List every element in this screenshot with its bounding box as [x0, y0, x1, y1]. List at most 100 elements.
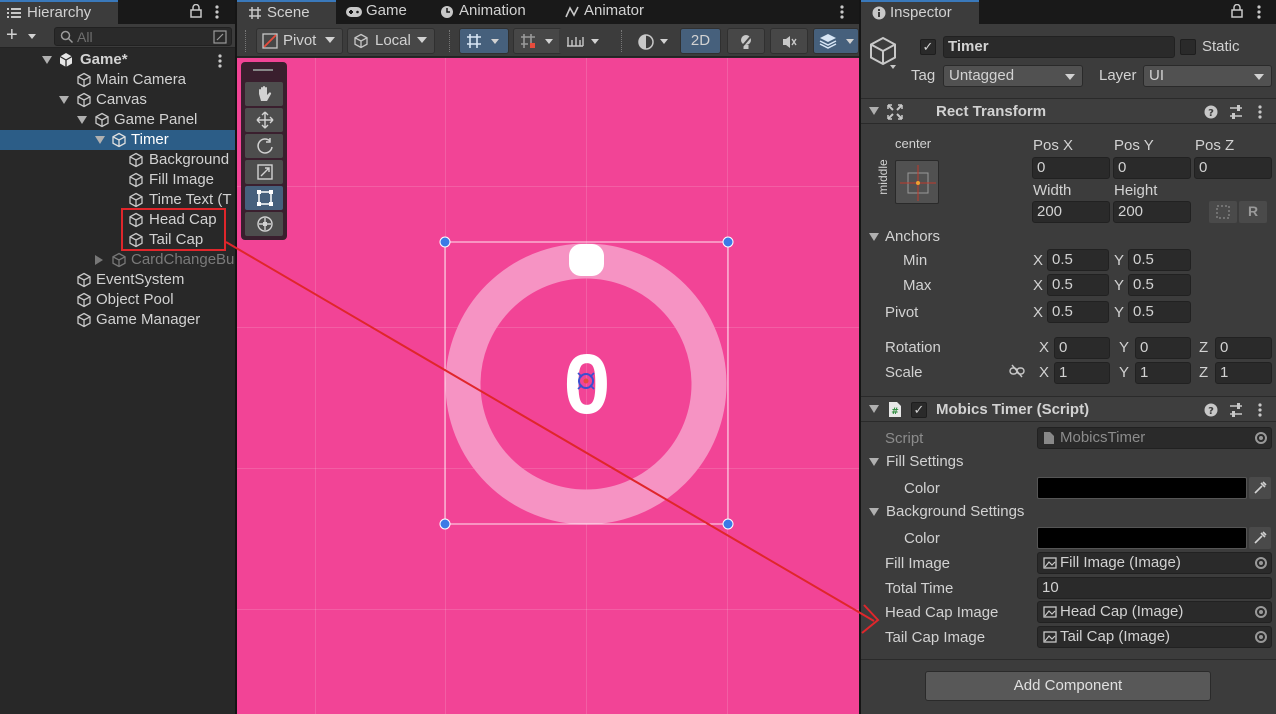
transform-tool-button[interactable]	[245, 212, 283, 236]
expand-arrow-icon[interactable]	[42, 56, 52, 64]
foldout-arrow-icon[interactable]	[869, 107, 879, 115]
add-button[interactable]: +	[6, 24, 18, 47]
chevron-down-icon[interactable]	[846, 39, 854, 44]
rect-handle[interactable]	[722, 518, 734, 530]
anchor-max-x-field[interactable]: 0.5	[1047, 274, 1109, 296]
eyedropper-button[interactable]	[1249, 477, 1271, 499]
tree-row-main-camera[interactable]: Main Camera	[0, 70, 235, 90]
rect-handle[interactable]	[439, 236, 451, 248]
tree-row-object-pool[interactable]: Object Pool	[0, 290, 235, 310]
anchor-presets-button[interactable]	[895, 160, 939, 204]
help-icon[interactable]: ?	[1204, 403, 1218, 417]
object-picker-icon[interactable]	[1255, 631, 1267, 643]
rotation-x-field[interactable]: 0	[1054, 337, 1110, 359]
tail-cap-image-field[interactable]: Tail Cap (Image)	[1037, 626, 1272, 648]
help-icon[interactable]: ?	[1204, 105, 1218, 119]
head-cap-shape[interactable]	[569, 244, 604, 276]
rect-tool-button[interactable]	[245, 186, 283, 210]
more-menu-icon[interactable]	[214, 4, 220, 20]
search-filter-icon[interactable]	[213, 30, 227, 44]
tab-animator[interactable]: Animator	[563, 0, 663, 24]
tab-animation[interactable]: Animation	[437, 0, 542, 24]
pivot-dropdown[interactable]: Pivot	[256, 28, 343, 54]
tree-row-fill-image[interactable]: Fill Image	[0, 170, 235, 190]
raw-edit-button[interactable]: R	[1239, 201, 1267, 223]
rect-handle[interactable]	[722, 236, 734, 248]
rotation-z-field[interactable]: 0	[1215, 337, 1272, 359]
toolbar-grip[interactable]	[621, 30, 623, 52]
scale-x-field[interactable]: 1	[1054, 362, 1110, 384]
more-menu-icon[interactable]	[1257, 104, 1263, 120]
anchor-min-x-field[interactable]: 0.5	[1047, 249, 1109, 271]
pos-y-field[interactable]: 0	[1113, 157, 1191, 179]
presets-icon[interactable]	[1228, 104, 1244, 120]
tree-row-background[interactable]: Background	[0, 150, 235, 170]
active-checkbox[interactable]: ✓	[920, 39, 936, 55]
total-time-field[interactable]: 10	[1037, 577, 1272, 599]
panel-grip[interactable]	[253, 69, 273, 71]
search-input[interactable]: All	[54, 27, 232, 46]
gameobject-large-icon[interactable]	[869, 36, 899, 70]
more-menu-icon[interactable]	[1256, 4, 1262, 20]
anchor-max-y-field[interactable]: 0.5	[1128, 274, 1191, 296]
foldout-arrow-icon[interactable]	[869, 233, 879, 241]
more-menu-icon[interactable]	[1257, 402, 1263, 418]
tree-row-canvas[interactable]: Canvas	[0, 90, 235, 110]
chevron-down-icon[interactable]	[491, 39, 499, 44]
toolbar-grip[interactable]	[245, 30, 247, 52]
foldout-arrow-icon[interactable]	[869, 405, 879, 413]
hand-tool-button[interactable]	[245, 82, 283, 106]
toolbar-grip[interactable]	[449, 30, 451, 52]
chevron-down-icon[interactable]	[591, 39, 599, 44]
tree-row-event-system[interactable]: EventSystem	[0, 270, 235, 290]
object-picker-icon[interactable]	[1255, 557, 1267, 569]
anchor-min-y-field[interactable]: 0.5	[1128, 249, 1191, 271]
layers-toggle[interactable]	[813, 28, 859, 54]
expand-arrow-icon[interactable]	[77, 116, 87, 124]
blueprint-mode-button[interactable]	[1209, 201, 1237, 223]
tab-scene[interactable]: Scene	[237, 0, 336, 24]
object-name-input[interactable]: Timer	[943, 36, 1175, 58]
tab-hierarchy[interactable]: Hierarchy	[0, 0, 118, 24]
layer-dropdown[interactable]: UI	[1143, 65, 1272, 87]
add-component-button[interactable]: Add Component	[925, 671, 1211, 701]
more-menu-icon[interactable]	[217, 53, 223, 69]
local-dropdown[interactable]: Local	[347, 28, 435, 54]
foldout-arrow-icon[interactable]	[869, 458, 879, 466]
width-field[interactable]: 200	[1032, 201, 1110, 223]
scale-z-field[interactable]: 1	[1215, 362, 1272, 384]
expand-arrow-icon[interactable]	[95, 136, 105, 144]
add-dropdown-icon[interactable]	[28, 34, 36, 39]
mode-2d-toggle[interactable]: 2D	[680, 28, 721, 54]
script-component-header[interactable]: # ✓ Mobics Timer (Script) ?	[861, 396, 1276, 422]
lock-icon[interactable]	[190, 4, 202, 18]
tab-game[interactable]: Game	[341, 0, 417, 24]
scene-viewport[interactable]: 0	[237, 58, 859, 714]
pivot-y-field[interactable]: 0.5	[1128, 301, 1191, 323]
collapse-arrow-icon[interactable]	[95, 255, 103, 265]
tree-row-game-panel[interactable]: Game Panel	[0, 110, 235, 130]
ruler-toggle[interactable]	[559, 28, 609, 54]
fill-image-field[interactable]: Fill Image (Image)	[1037, 552, 1272, 574]
tree-row-time-text[interactable]: Time Text (T	[0, 190, 235, 210]
tree-row-game[interactable]: Game*	[0, 50, 235, 70]
shading-mode-dropdown[interactable]	[631, 28, 675, 54]
rect-transform-header[interactable]: Rect Transform ?	[861, 98, 1276, 124]
tree-row-card-change[interactable]: CardChangeBu	[0, 250, 235, 270]
more-menu-icon[interactable]	[839, 4, 845, 20]
pos-z-field[interactable]: 0	[1194, 157, 1272, 179]
tag-dropdown[interactable]: Untagged	[943, 65, 1083, 87]
scale-y-field[interactable]: 1	[1135, 362, 1191, 384]
eyedropper-button[interactable]	[1249, 527, 1271, 549]
object-picker-icon[interactable]	[1255, 606, 1267, 618]
grid-snap-toggle[interactable]	[459, 28, 509, 54]
chevron-down-icon[interactable]	[545, 39, 553, 44]
head-cap-image-field[interactable]: Head Cap (Image)	[1037, 601, 1272, 623]
rect-handle[interactable]	[439, 518, 451, 530]
pos-x-field[interactable]: 0	[1032, 157, 1110, 179]
foldout-arrow-icon[interactable]	[869, 508, 879, 516]
scale-tool-button[interactable]	[245, 160, 283, 184]
constrain-proportions-icon[interactable]	[1009, 364, 1025, 378]
background-color-swatch[interactable]	[1037, 527, 1247, 549]
rotate-tool-button[interactable]	[245, 134, 283, 158]
